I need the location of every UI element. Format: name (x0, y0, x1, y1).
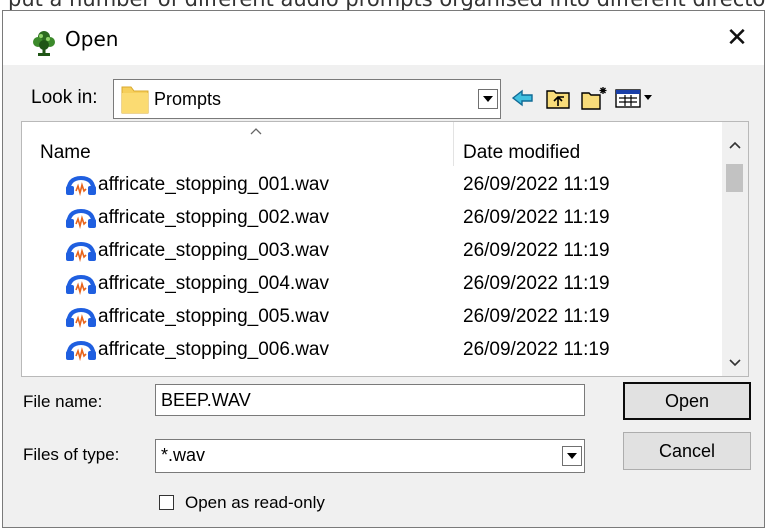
files-of-type-combobox[interactable]: *.wav (155, 439, 585, 473)
file-rows: affricate_stopping_001.wav 26/09/2022 11… (22, 170, 732, 368)
file-name: affricate_stopping_006.wav (98, 339, 329, 360)
scroll-up-button[interactable] (722, 132, 748, 158)
file-name: affricate_stopping_003.wav (98, 240, 329, 261)
look-in-value: Prompts (154, 89, 222, 109)
file-row[interactable]: affricate_stopping_005.wav 26/09/2022 11… (22, 302, 732, 335)
folder-icon (121, 86, 149, 114)
file-date: 26/09/2022 11:19 (463, 273, 610, 294)
file-date: 26/09/2022 11:19 (463, 339, 610, 360)
back-icon (511, 89, 533, 107)
file-row[interactable]: affricate_stopping_003.wav 26/09/2022 11… (22, 236, 732, 269)
audacity-app-icon (33, 31, 55, 56)
close-button[interactable]: ✕ (710, 11, 764, 65)
open-dialog: Open ✕ Look in: Prompts Name Date modifi… (2, 10, 765, 528)
look-in-label: Look in: (31, 87, 98, 108)
column-separator[interactable] (453, 122, 454, 166)
new-folder-button[interactable] (577, 83, 611, 113)
new-folder-icon (581, 87, 607, 110)
open-button[interactable]: Open (623, 382, 751, 420)
cancel-button[interactable]: Cancel (623, 432, 751, 470)
files-of-type-value: *.wav (161, 445, 206, 465)
dialog-title: Open (65, 27, 119, 51)
audio-file-icon (66, 307, 96, 328)
look-in-dropdown-button[interactable] (478, 89, 498, 109)
title-bar: Open ✕ (3, 11, 764, 65)
chevron-down-icon (567, 453, 577, 459)
audio-file-icon (66, 274, 96, 295)
scroll-thumb[interactable] (726, 164, 743, 192)
chevron-up-icon (729, 141, 741, 149)
up-folder-button[interactable] (541, 83, 575, 113)
file-row[interactable]: affricate_stopping_006.wav 26/09/2022 11… (22, 335, 732, 368)
sort-arrow-icon (250, 128, 262, 135)
file-name: affricate_stopping_004.wav (98, 273, 329, 294)
up-folder-icon (546, 90, 570, 109)
open-read-only-checkbox[interactable] (159, 495, 174, 510)
chevron-down-icon (729, 359, 741, 367)
files-of-type-dropdown-button[interactable] (562, 446, 582, 466)
back-button[interactable] (507, 83, 539, 113)
file-date: 26/09/2022 11:19 (463, 306, 610, 327)
file-row[interactable]: affricate_stopping_001.wav 26/09/2022 11… (22, 170, 732, 203)
view-menu-icon (615, 89, 652, 108)
column-header-date-modified[interactable]: Date modified (463, 142, 580, 164)
file-name: affricate_stopping_005.wav (98, 306, 329, 327)
audio-file-icon (66, 175, 96, 196)
column-header-name[interactable]: Name (40, 142, 91, 164)
file-date: 26/09/2022 11:19 (463, 174, 610, 195)
vertical-scrollbar[interactable] (722, 122, 748, 376)
file-date: 26/09/2022 11:19 (463, 207, 610, 228)
audio-file-icon (66, 340, 96, 361)
file-name-value: BEEP.WAV (161, 390, 251, 410)
audio-file-icon (66, 241, 96, 262)
file-name: affricate_stopping_002.wav (98, 207, 329, 228)
view-menu-button[interactable] (613, 83, 657, 113)
files-of-type-label: Files of type: (23, 445, 120, 464)
audio-file-icon (66, 208, 96, 229)
scroll-down-button[interactable] (722, 350, 748, 376)
file-row[interactable]: affricate_stopping_004.wav 26/09/2022 11… (22, 269, 732, 302)
file-date: 26/09/2022 11:19 (463, 240, 610, 261)
file-name: affricate_stopping_001.wav (98, 174, 329, 195)
file-name-input[interactable]: BEEP.WAV (155, 384, 585, 416)
look-in-combobox[interactable]: Prompts (113, 79, 501, 119)
file-name-label: File name: (23, 392, 103, 411)
chevron-down-icon (483, 96, 493, 102)
file-row[interactable]: affricate_stopping_002.wav 26/09/2022 11… (22, 203, 732, 236)
open-read-only-label[interactable]: Open as read-only (185, 493, 325, 513)
file-list[interactable]: Name Date modified affricate_stopping_00… (21, 121, 749, 377)
